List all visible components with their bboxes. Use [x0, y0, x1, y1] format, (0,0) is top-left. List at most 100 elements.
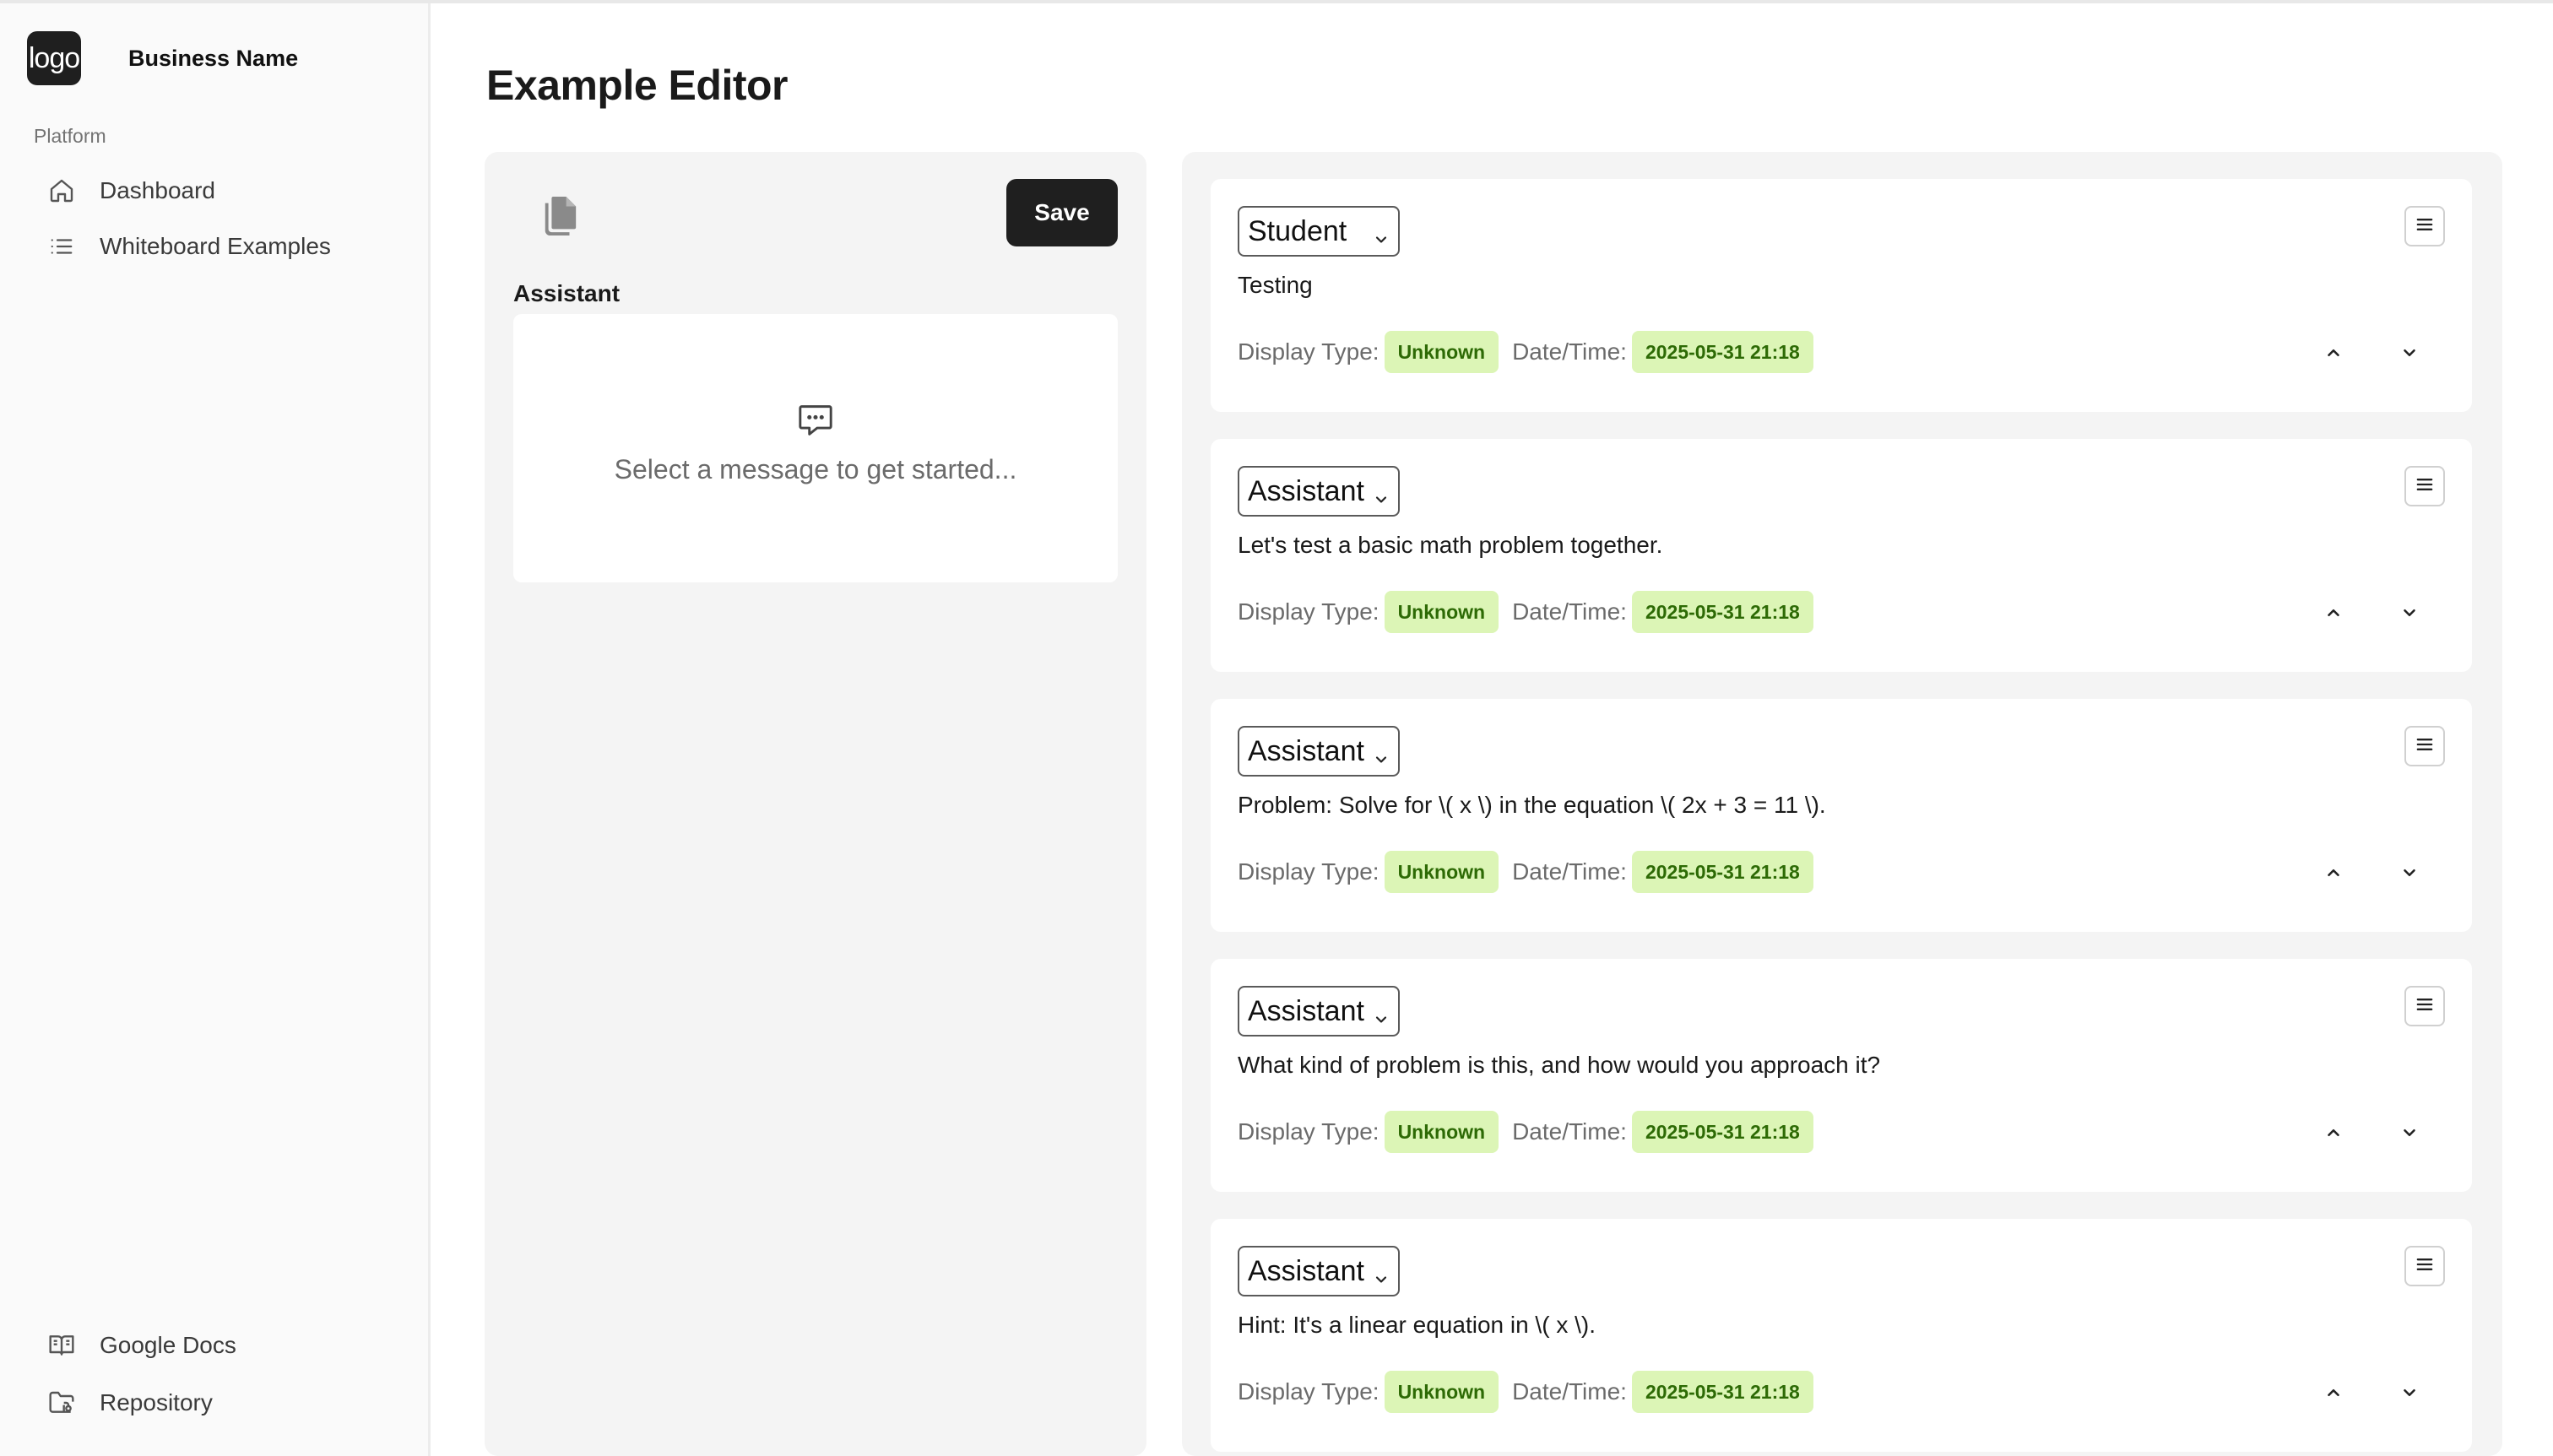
- message-text: Problem: Solve for \( x \) in the equati…: [1238, 792, 1826, 818]
- chevron-down-icon: [1373, 483, 1390, 503]
- chevron-down-icon: [2404, 869, 2415, 877]
- message-card[interactable]: Student Testing Display Type: Unknown Da…: [1211, 179, 2472, 412]
- move-up-button[interactable]: [2322, 1121, 2345, 1145]
- sidebar-item-dashboard[interactable]: Dashboard: [34, 167, 405, 214]
- display-type-label: Display Type:: [1238, 338, 1379, 365]
- role-select[interactable]: Student: [1238, 206, 1400, 257]
- copy-button[interactable]: [539, 194, 581, 241]
- message-menu-button[interactable]: [2404, 1246, 2445, 1286]
- move-down-button[interactable]: [2398, 601, 2421, 625]
- move-down-button[interactable]: [2398, 341, 2421, 365]
- message-menu-button[interactable]: [2404, 986, 2445, 1026]
- move-down-button[interactable]: [2398, 861, 2421, 885]
- message-meta: Display Type: Unknown Date/Time: 2025-05…: [1238, 1111, 1813, 1153]
- message-text: What kind of problem is this, and how wo…: [1238, 1052, 1881, 1078]
- chevron-up-icon: [2328, 349, 2339, 357]
- datetime-badge: 2025-05-31 21:18: [1631, 851, 1813, 893]
- book-icon: [47, 1331, 76, 1360]
- message-meta: Display Type: Unknown Date/Time: 2025-05…: [1238, 331, 1813, 373]
- role-select-value: Student: [1248, 214, 1347, 247]
- message-card[interactable]: Assistant Problem: Solve for \( x \) in …: [1211, 699, 2472, 932]
- sidebar-item-label: Repository: [100, 1389, 213, 1415]
- home-icon: [47, 176, 76, 205]
- datetime-label: Date/Time:: [1512, 598, 1627, 625]
- menu-icon: [2413, 213, 2436, 241]
- role-select[interactable]: Assistant: [1238, 1246, 1400, 1296]
- datetime-label: Date/Time:: [1512, 1118, 1627, 1145]
- message-text: Testing: [1238, 272, 1313, 298]
- sidebar-item-repository[interactable]: Repository: [34, 1379, 405, 1426]
- logo: logo: [27, 31, 81, 85]
- display-type-label: Display Type:: [1238, 1378, 1379, 1405]
- menu-icon: [2413, 993, 2436, 1020]
- message-card[interactable]: Assistant Let's test a basic math proble…: [1211, 439, 2472, 672]
- copy-icon: [543, 196, 577, 240]
- message-text: Let's test a basic math problem together…: [1238, 532, 1663, 558]
- move-up-button[interactable]: [2322, 601, 2345, 625]
- display-type-badge: Unknown: [1384, 851, 1499, 893]
- sidebar: logo Business Name Platform Dashboard Wh…: [0, 3, 431, 1456]
- role-select-value: Assistant: [1248, 1254, 1364, 1287]
- empty-state-text: Select a message to get started...: [614, 454, 1017, 484]
- role-select-value: Assistant: [1248, 474, 1364, 507]
- folder-git-icon: [47, 1388, 76, 1417]
- datetime-label: Date/Time:: [1512, 338, 1627, 365]
- brand[interactable]: logo Business Name: [27, 31, 298, 85]
- datetime-label: Date/Time:: [1512, 1378, 1627, 1405]
- menu-icon: [2413, 473, 2436, 501]
- move-up-button[interactable]: [2322, 341, 2345, 365]
- menu-icon: [2413, 733, 2436, 760]
- chevron-down-icon: [1373, 1263, 1390, 1283]
- datetime-badge: 2025-05-31 21:18: [1631, 1111, 1813, 1153]
- editor-role-label: Assistant: [513, 280, 621, 306]
- list-icon: [47, 232, 76, 261]
- chevron-down-icon: [1373, 1003, 1390, 1023]
- sidebar-item-label: Google Docs: [100, 1332, 236, 1358]
- message-menu-button[interactable]: [2404, 466, 2445, 506]
- display-type-badge: Unknown: [1384, 331, 1499, 373]
- move-down-button[interactable]: [2398, 1381, 2421, 1405]
- display-type-label: Display Type:: [1238, 598, 1379, 625]
- datetime-badge: 2025-05-31 21:18: [1631, 331, 1813, 373]
- chevron-down-icon: [2404, 1129, 2415, 1137]
- chevron-up-icon: [2328, 1129, 2339, 1137]
- move-up-button[interactable]: [2322, 1381, 2345, 1405]
- section-label-platform: Platform: [34, 125, 106, 147]
- display-type-badge: Unknown: [1384, 591, 1499, 633]
- role-select[interactable]: Assistant: [1238, 466, 1400, 517]
- business-name: Business Name: [128, 45, 299, 71]
- sidebar-item-label: Dashboard: [100, 177, 215, 203]
- display-type-badge: Unknown: [1384, 1371, 1499, 1413]
- role-select-value: Assistant: [1248, 734, 1364, 767]
- role-select[interactable]: Assistant: [1238, 726, 1400, 777]
- move-down-button[interactable]: [2398, 1121, 2421, 1145]
- message-meta: Display Type: Unknown Date/Time: 2025-05…: [1238, 1371, 1813, 1413]
- display-type-label: Display Type:: [1238, 858, 1379, 885]
- message-card[interactable]: Assistant What kind of problem is this, …: [1211, 959, 2472, 1192]
- chevron-up-icon: [2328, 869, 2339, 877]
- display-type-label: Display Type:: [1238, 1118, 1379, 1145]
- datetime-label: Date/Time:: [1512, 858, 1627, 885]
- empty-state: Select a message to get started...: [513, 314, 1118, 582]
- chevron-down-icon: [2404, 609, 2415, 617]
- message-card[interactable]: Assistant Hint: It's a linear equation i…: [1211, 1219, 2472, 1452]
- sidebar-item-google-docs[interactable]: Google Docs: [34, 1322, 405, 1369]
- message-menu-button[interactable]: [2404, 726, 2445, 766]
- display-type-badge: Unknown: [1384, 1111, 1499, 1153]
- chevron-down-icon: [2404, 1388, 2415, 1397]
- move-up-button[interactable]: [2322, 861, 2345, 885]
- role-select[interactable]: Assistant: [1238, 986, 1400, 1037]
- chevron-down-icon: [1373, 743, 1390, 763]
- sidebar-item-label: Whiteboard Examples: [100, 233, 331, 259]
- role-select-value: Assistant: [1248, 994, 1364, 1027]
- chevron-up-icon: [2328, 609, 2339, 617]
- app-root: logo Business Name Platform Dashboard Wh…: [0, 0, 2553, 1456]
- menu-icon: [2413, 1253, 2436, 1280]
- save-button[interactable]: Save: [1006, 179, 1118, 246]
- sidebar-item-whiteboard-examples[interactable]: Whiteboard Examples: [34, 223, 405, 270]
- message-meta: Display Type: Unknown Date/Time: 2025-05…: [1238, 851, 1813, 893]
- datetime-badge: 2025-05-31 21:18: [1631, 591, 1813, 633]
- messages-panel: Student Testing Display Type: Unknown Da…: [1182, 152, 2502, 1456]
- page-title: Example Editor: [486, 62, 789, 109]
- message-menu-button[interactable]: [2404, 206, 2445, 246]
